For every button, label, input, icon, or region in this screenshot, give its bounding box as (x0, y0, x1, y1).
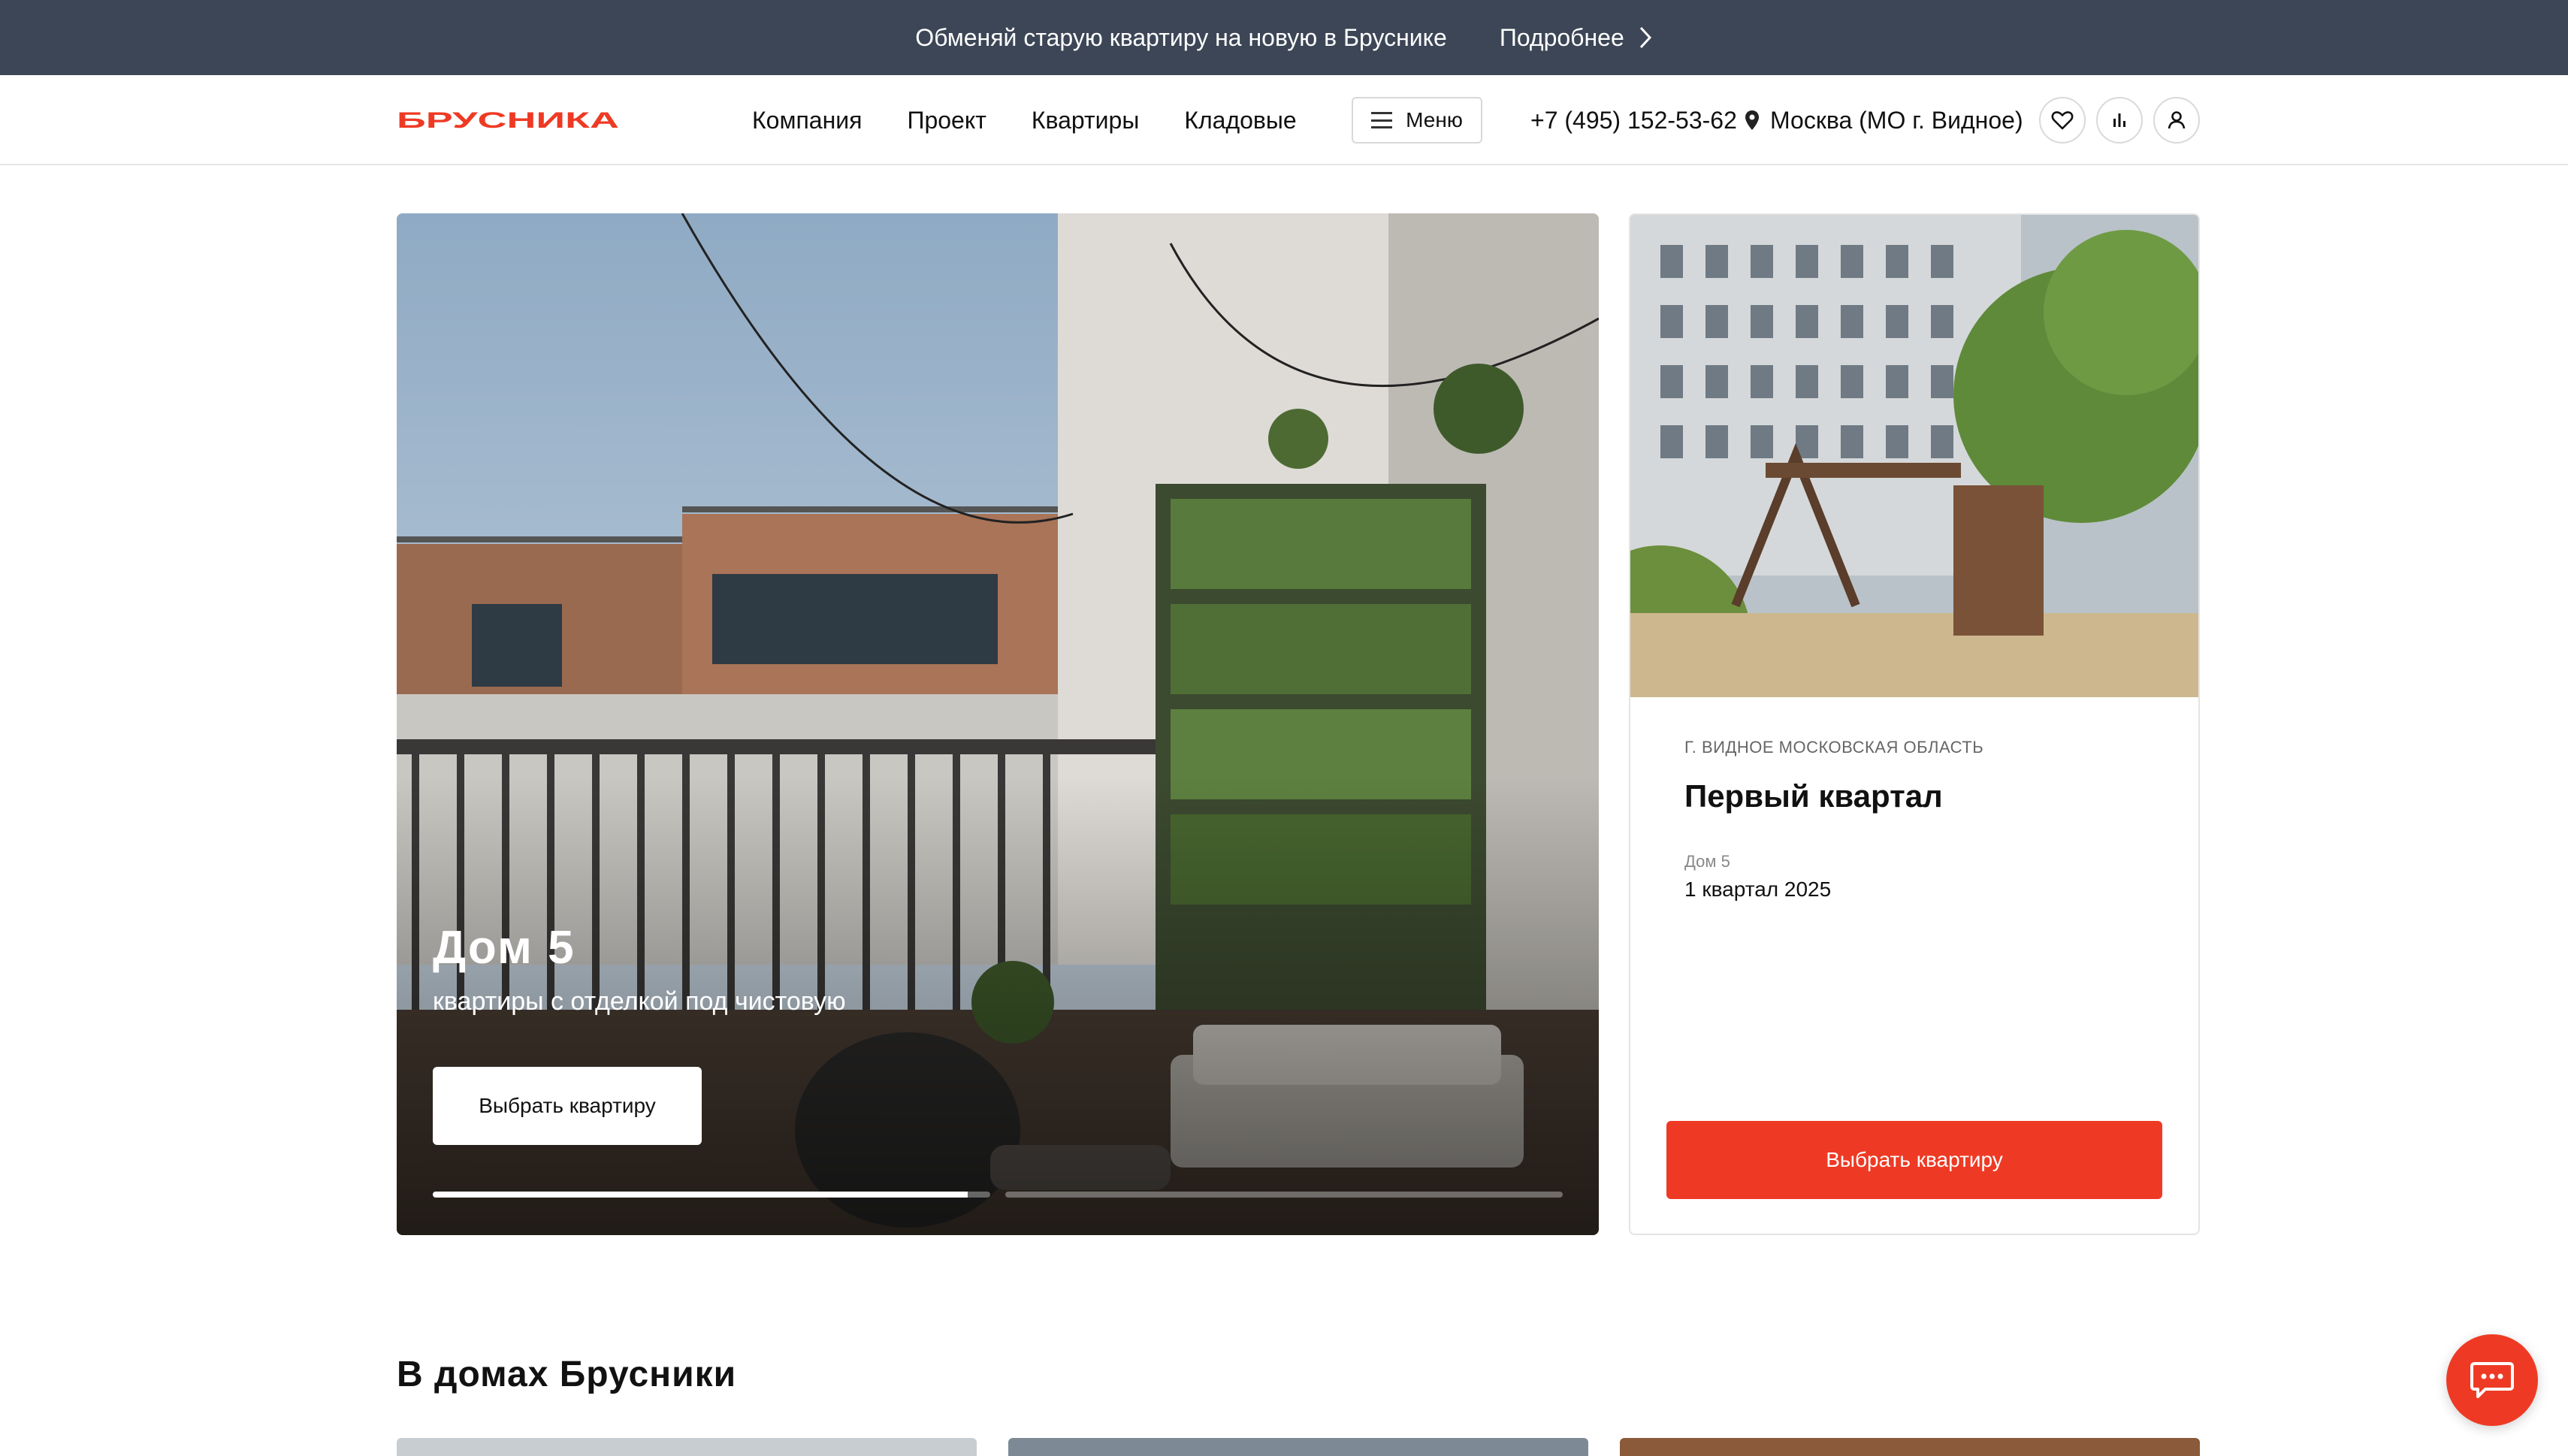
nav-item-project[interactable]: Проект (907, 107, 986, 134)
hero-slide: Дом 5 квартиры с отделкой под чистовую В… (397, 213, 1599, 1235)
project-card: г. Видное Московская область Первый квар… (1629, 213, 2200, 1235)
menu-button-label: Меню (1406, 108, 1463, 131)
section-thumbnail-1[interactable] (397, 1438, 977, 1456)
slide-progress-1[interactable] (433, 1192, 990, 1198)
svg-text:БРУСНИКА: БРУСНИКА (397, 110, 619, 130)
project-choose-apartment-button[interactable]: Выбрать квартиру (1666, 1121, 2162, 1199)
promo-text: Обменяй старую квартиру на новую в Брусн… (915, 23, 1447, 51)
chart-icon (2113, 113, 2125, 127)
slide-progress-2[interactable] (1005, 1192, 1563, 1198)
slide-progress-fill (433, 1192, 968, 1198)
account-button[interactable] (2153, 97, 2200, 143)
location-pin-icon (1745, 110, 1759, 130)
section-thumbnail-3[interactable] (1620, 1438, 2200, 1456)
nav-item-apartments[interactable]: Квартиры (1032, 107, 1140, 134)
project-house-label: Дом 5 (1684, 852, 1730, 871)
section-thumbnail-2[interactable] (1008, 1438, 1588, 1456)
nav-item-company[interactable]: Компания (752, 107, 862, 134)
location-label: Москва (МО г. Видное) (1770, 106, 2023, 134)
heart-icon (2051, 111, 2074, 130)
phone-link[interactable]: +7 (495) 152-53-62 (1530, 75, 1737, 165)
compare-button[interactable] (2096, 97, 2143, 143)
nav-item-storerooms[interactable]: Кладовые (1184, 107, 1296, 134)
promo-bar: Обменяй старую квартиру на новую в Брусн… (0, 0, 2568, 75)
brand-logo[interactable]: БРУСНИКА (397, 110, 619, 130)
project-card-image (1630, 215, 2198, 697)
chat-icon (2470, 1362, 2514, 1398)
favorites-button[interactable] (2039, 97, 2086, 143)
main-nav: Компания Проект Квартиры Кладовые (752, 75, 1297, 165)
location-selector[interactable]: Москва (МО г. Видное) (1745, 75, 2023, 165)
project-house-date: 1 квартал 2025 (1684, 878, 1832, 901)
site-header: БРУСНИКА Компания Проект Квартиры Кладов… (0, 75, 2568, 165)
chat-button[interactable] (2446, 1334, 2538, 1426)
project-title[interactable]: Первый квартал (1684, 778, 1943, 814)
brand-logo-mark: БРУСНИКА (397, 110, 619, 130)
project-region: г. Видное Московская область (1684, 738, 1984, 757)
promo-more-label: Подробнее (1499, 23, 1624, 51)
hero-title: Дом 5 (433, 922, 576, 974)
chevron-right-icon (1639, 26, 1651, 49)
menu-button[interactable]: Меню (1352, 97, 1482, 143)
hero-subtitle: квартиры с отделкой под чистовую (433, 987, 846, 1016)
user-icon (2168, 111, 2186, 129)
menu-icon (1371, 112, 1393, 128)
section-title: В домах Брусники (397, 1355, 737, 1394)
promo-more-link[interactable]: Подробнее (1500, 24, 1653, 52)
hero-choose-apartment-button[interactable]: Выбрать квартиру (433, 1067, 702, 1145)
